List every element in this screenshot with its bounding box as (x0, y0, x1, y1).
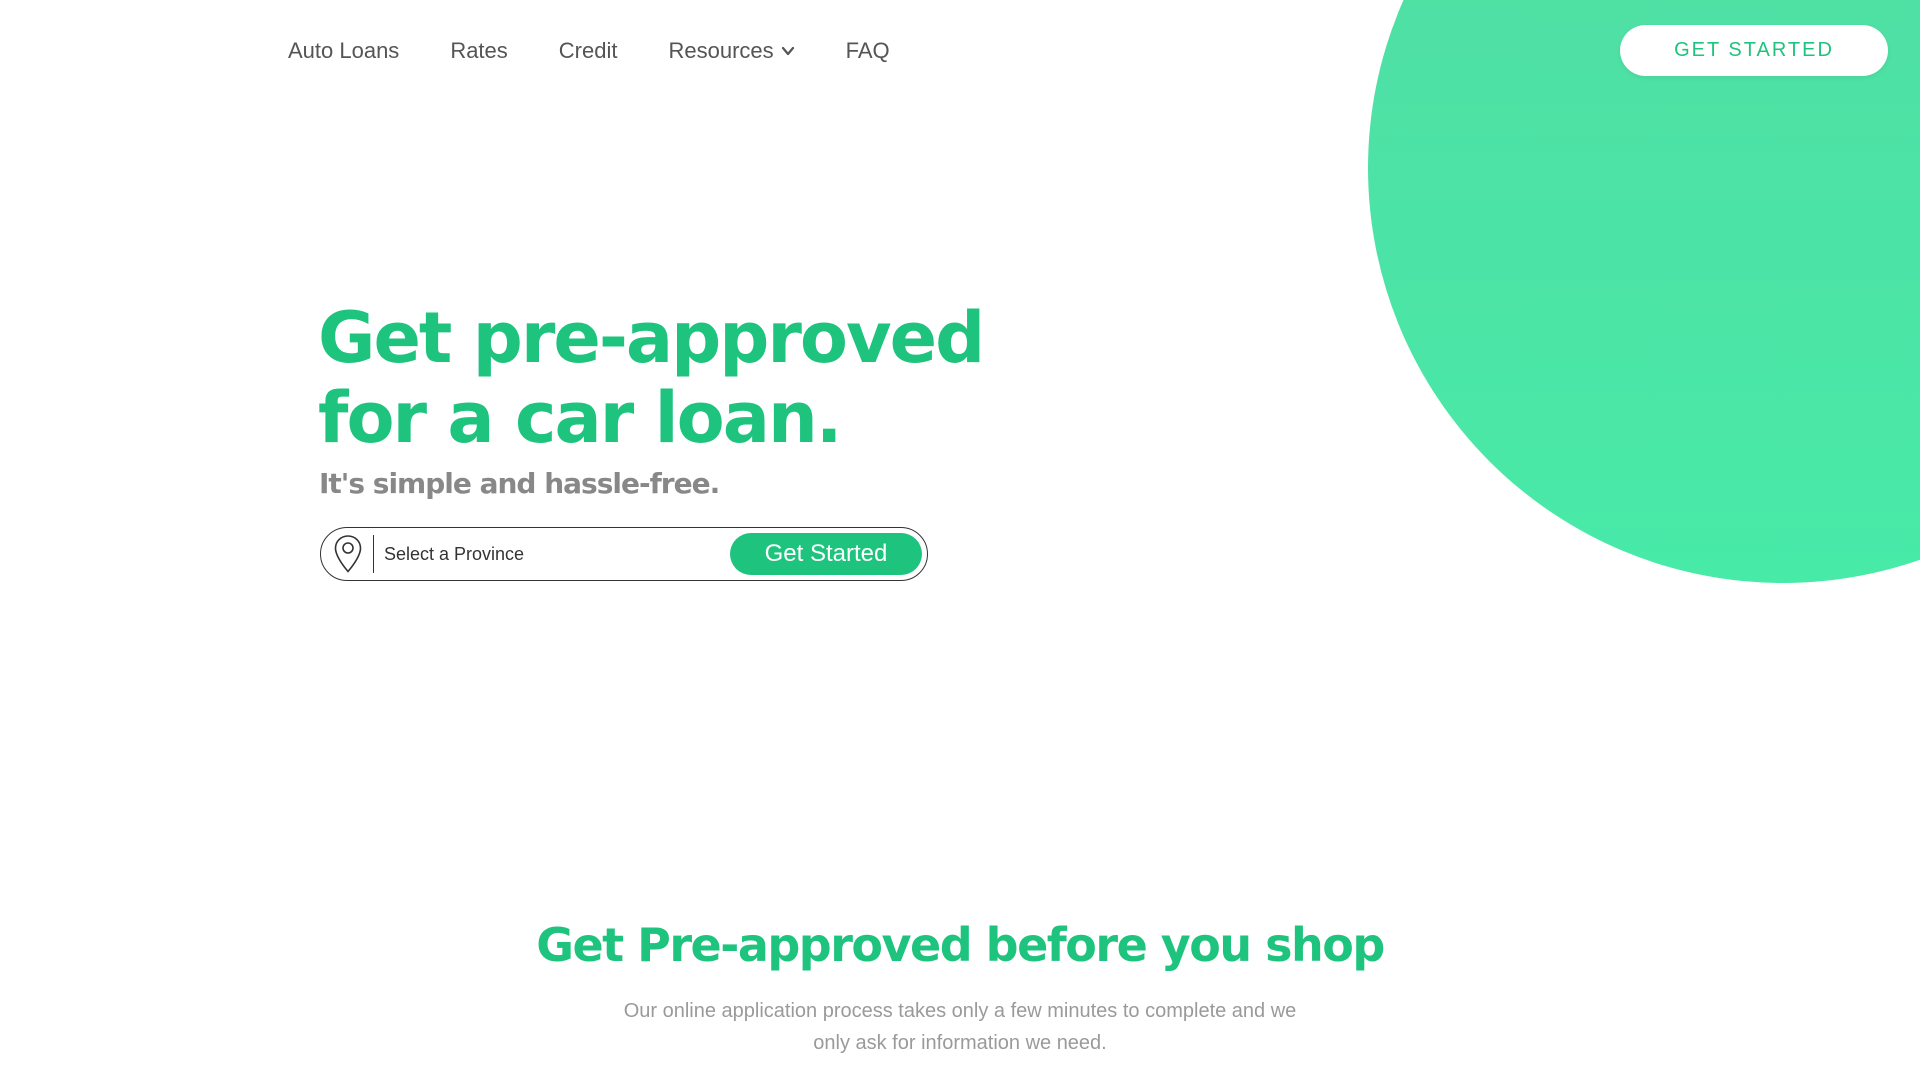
province-select[interactable]: Select a Province (384, 534, 730, 574)
nav-item-credit[interactable]: Credit (559, 38, 618, 64)
nav-item-rates[interactable]: Rates (450, 38, 507, 64)
section-description-line-1: Our online application process takes onl… (623, 1000, 1297, 1022)
nav-item-resources-label: Resources (668, 38, 774, 63)
chevron-down-icon (781, 46, 794, 56)
section-description-line-2: only ask for information we need. (813, 1032, 1107, 1054)
form-divider (373, 535, 374, 573)
get-started-form-button[interactable]: Get Started (730, 533, 922, 575)
nav-item-auto-loans[interactable]: Auto Loans (288, 38, 399, 64)
hero-title-line-2: for a car loan. (318, 377, 842, 459)
province-form: Select a Province Get Started (320, 527, 928, 581)
section-description: Our online application process takes onl… (560, 995, 1360, 1059)
page: Auto Loans Rates Credit Resources FAQ GE… (0, 0, 1920, 1080)
hero-title: Get pre-approved for a car loan. (318, 298, 1078, 458)
nav-item-faq[interactable]: FAQ (846, 38, 890, 64)
get-started-header-button[interactable]: GET STARTED (1620, 25, 1888, 76)
decorative-green-circle (1368, 0, 1920, 583)
hero-subtitle: It's simple and hassle-free. (319, 467, 720, 500)
main-nav: Auto Loans Rates Credit Resources FAQ (288, 34, 941, 68)
section-title: Get Pre-approved before you shop (536, 918, 1385, 972)
hero-title-line-1: Get pre-approved (318, 297, 985, 379)
nav-item-resources[interactable]: Resources (668, 38, 794, 64)
location-pin-icon (329, 533, 367, 575)
